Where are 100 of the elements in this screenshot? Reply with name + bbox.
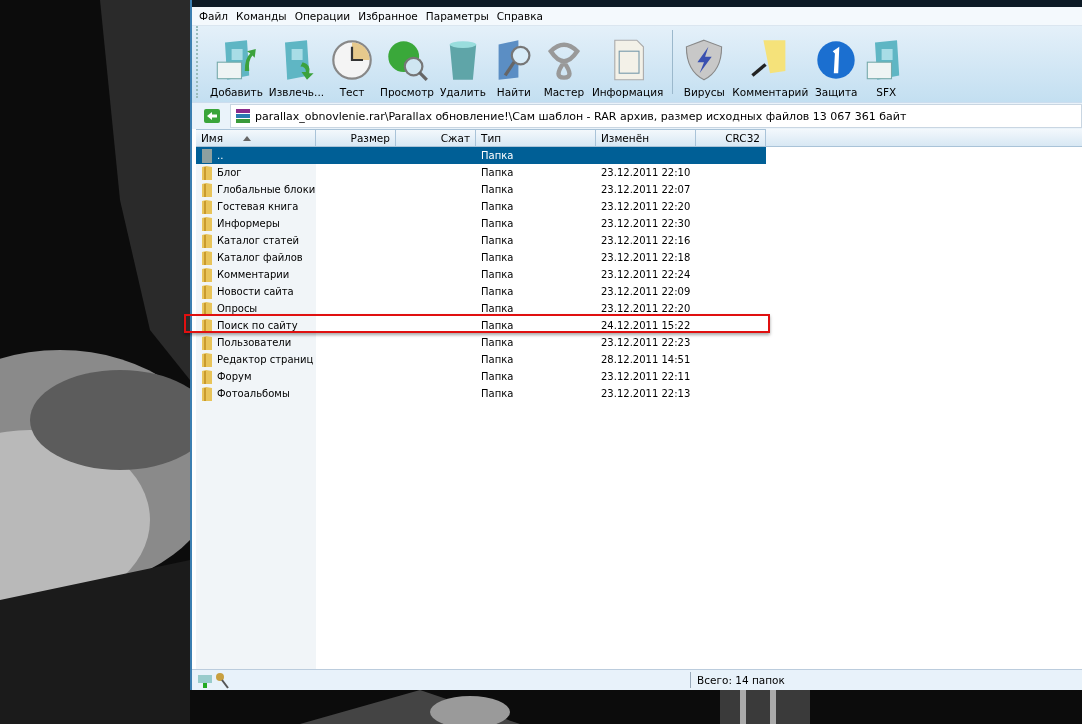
file-date: 23.12.2011 22:30	[601, 218, 691, 229]
folder-icon	[201, 351, 213, 368]
file-date: 23.12.2011 22:13	[601, 388, 691, 399]
file-name: Комментарии	[217, 269, 290, 280]
file-row[interactable]: Каталог файлов Папка 23.12.2011 22:18	[196, 249, 766, 266]
file-row[interactable]: Гостевая книга Папка 23.12.2011 22:20	[196, 198, 766, 215]
file-type: Папка	[481, 371, 514, 382]
file-date: 23.12.2011 22:18	[601, 252, 691, 263]
column-header[interactable]: Имя	[196, 129, 316, 147]
file-type: Папка	[481, 354, 514, 365]
folder-icon	[201, 215, 213, 232]
file-name: Каталог статей	[217, 235, 300, 246]
file-name: Каталог файлов	[217, 252, 303, 263]
toolbar-button[interactable]: Защита	[813, 38, 860, 98]
file-name: Гостевая книга	[217, 201, 299, 212]
folder-icon	[201, 368, 213, 385]
globe-icon	[385, 38, 429, 82]
folder-icon	[201, 300, 213, 317]
file-row[interactable]: Глобальные блоки Папка 23.12.2011 22:07	[196, 181, 766, 198]
file-type: Папка	[481, 286, 514, 297]
file-type: Папка	[481, 252, 514, 263]
file-date: 23.12.2011 22:23	[601, 337, 691, 348]
file-name: Информеры	[217, 218, 280, 229]
up-button[interactable]	[204, 109, 220, 123]
file-row[interactable]: Редактор страниц Папка 28.12.2011 14:51	[196, 351, 766, 368]
folder-icon	[201, 266, 213, 283]
menu-item[interactable]: Параметры	[422, 10, 494, 22]
folder-icon	[201, 198, 213, 215]
folder-icon	[201, 283, 213, 300]
file-row[interactable]: Пользователи Папка 23.12.2011 22:23	[196, 334, 766, 351]
file-row[interactable]: Блог Папка 23.12.2011 22:10	[196, 164, 766, 181]
menu-item[interactable]: Справка	[493, 10, 548, 22]
column-header[interactable]: Изменён	[596, 129, 696, 147]
toolbar-button[interactable]: Найти	[490, 38, 537, 98]
file-row[interactable]: Информеры Папка 23.12.2011 22:30	[196, 215, 766, 232]
file-row[interactable]: .. Папка	[196, 147, 766, 164]
file-name: Форум	[217, 371, 252, 382]
file-date: 23.12.2011 22:11	[601, 371, 691, 382]
file-name: Пользователи	[217, 337, 292, 348]
menu-item[interactable]: Команды	[233, 10, 292, 22]
file-row[interactable]: Фотоальбомы Папка 23.12.2011 22:13	[196, 385, 766, 402]
toolbar-button[interactable]: Комментарий	[731, 38, 810, 98]
toolbar-button[interactable]: Тест	[329, 38, 376, 98]
folder-icon	[201, 385, 213, 402]
column-header[interactable]: Тип	[476, 129, 596, 147]
file-date: 28.12.2011 14:51	[601, 354, 691, 365]
file-type: Папка	[481, 303, 514, 314]
folder-icon	[201, 232, 213, 249]
toolbar-button[interactable]: Добавить	[209, 38, 264, 98]
toolbar-button[interactable]: Извлечь...	[267, 38, 326, 98]
file-type: Папка	[481, 235, 514, 246]
file-name: Блог	[217, 167, 242, 178]
status-text: Всего: 14 папок	[697, 674, 785, 686]
menu-item[interactable]: Избранное	[355, 10, 423, 22]
file-type: Папка	[481, 388, 514, 399]
file-date: 23.12.2011 22:20	[601, 303, 691, 314]
clock-icon	[330, 38, 375, 82]
file-name: Глобальные блоки	[217, 184, 316, 195]
file-row[interactable]: Форум Папка 23.12.2011 22:11	[196, 368, 766, 385]
folder-icon	[201, 147, 213, 164]
file-row[interactable]: Поиск по сайту Папка 24.12.2011 15:22	[196, 317, 766, 334]
file-type: Папка	[481, 201, 514, 212]
file-row[interactable]: Каталог статей Папка 23.12.2011 22:16	[196, 232, 766, 249]
file-date: 23.12.2011 22:24	[601, 269, 691, 280]
column-header[interactable]: CRC32	[696, 129, 766, 147]
file-name: Опросы	[217, 303, 258, 314]
folder-icon	[201, 249, 213, 266]
column-header[interactable]: Сжат	[396, 129, 476, 147]
file-row[interactable]: Комментарии Папка 23.12.2011 22:24	[196, 266, 766, 283]
file-type: Папка	[481, 269, 514, 280]
file-type: Папка	[481, 218, 514, 229]
toolbar-button[interactable]: Вирусы	[681, 38, 728, 98]
menu-item[interactable]: Файл	[196, 10, 233, 22]
file-date: 23.12.2011 22:09	[601, 286, 691, 297]
file-type: Папка	[481, 337, 514, 348]
menu-item[interactable]: Операции	[291, 10, 356, 22]
folder-icon	[201, 181, 213, 198]
file-name: Новости сайта	[217, 286, 294, 297]
file-name: Поиск по сайту	[217, 320, 298, 331]
file-row[interactable]: Опросы Папка 23.12.2011 22:20	[196, 300, 766, 317]
toolbar-button[interactable]: Мастер	[540, 38, 587, 98]
file-type: Папка	[481, 320, 514, 331]
toolbar-button[interactable]: Информация	[590, 38, 665, 98]
column-header[interactable]: Размер	[316, 129, 396, 147]
file-date: 23.12.2011 22:10	[601, 167, 691, 178]
toolbar-button[interactable]: Просмотр	[379, 38, 435, 98]
file-name: Редактор страниц	[217, 354, 314, 365]
file-type: Папка	[481, 150, 514, 161]
path-field[interactable]: parallax_obnovlenie.rar\Parallax обновление!\Сам шаблон - RAR архив, размер исходных файлов 13 067 361 байт	[230, 104, 1082, 128]
status-icons-drawing	[196, 671, 230, 689]
folder-icon	[201, 334, 213, 351]
archive-icon	[235, 108, 251, 124]
file-type: Папка	[481, 167, 514, 178]
file-row[interactable]: Новости сайта Папка 23.12.2011 22:09	[196, 283, 766, 300]
file-name: Фотоальбомы	[217, 388, 290, 399]
file-type: Папка	[481, 184, 514, 195]
file-date: 23.12.2011 22:16	[601, 235, 691, 246]
toolbar-button[interactable]: SFX	[863, 38, 910, 98]
toolbar-button[interactable]: Удалить	[438, 38, 487, 98]
file-date: 23.12.2011 22:07	[601, 184, 691, 195]
